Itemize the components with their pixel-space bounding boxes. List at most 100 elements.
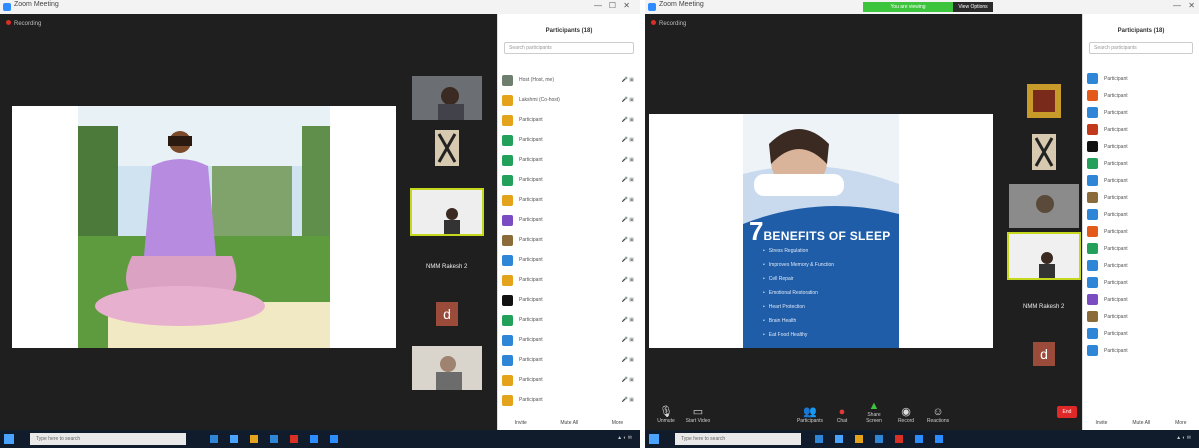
mute-all-button[interactable]: Mute All — [1132, 420, 1150, 426]
windows-start-icon[interactable] — [649, 434, 659, 444]
mic-video-status-icon[interactable]: 🎤 ▣ — [622, 397, 634, 403]
participant-row[interactable]: Participant — [1087, 291, 1193, 308]
participant-row[interactable]: Participant 🎤 ▣ — [502, 110, 634, 130]
edge-icon[interactable] — [230, 435, 238, 443]
mic-video-status-icon[interactable]: 🎤 ▣ — [622, 277, 634, 283]
participant-row[interactable]: Participant — [1087, 189, 1193, 206]
zoom-app-icon[interactable] — [915, 435, 923, 443]
invite-button[interactable]: Invite — [1095, 420, 1107, 426]
video-thumbnail[interactable] — [412, 76, 482, 120]
mute-all-button[interactable]: Mute All — [560, 420, 578, 426]
participant-row[interactable]: Participant 🎤 ▣ — [502, 370, 634, 390]
participant-row[interactable]: Participant — [1087, 308, 1193, 325]
participant-name-tile[interactable]: NMM Rakesh 2 — [412, 244, 482, 288]
windows-start-icon[interactable] — [4, 434, 14, 444]
mic-video-status-icon[interactable]: 🎤 ▣ — [622, 357, 634, 363]
close-icon[interactable]: ✕ — [623, 1, 630, 10]
more-button[interactable]: More — [612, 420, 623, 426]
mic-video-status-icon[interactable]: 🎤 ▣ — [622, 97, 634, 103]
participant-row[interactable]: Lakshmi (Co-host) 🎤 ▣ — [502, 90, 634, 110]
video-button[interactable]: ▭ Start Video — [683, 405, 713, 424]
taskbar-search[interactable]: Type here to search — [30, 433, 186, 445]
store-icon[interactable] — [875, 435, 883, 443]
participant-row[interactable]: Participant 🎤 ▣ — [502, 390, 634, 410]
mic-video-status-icon[interactable]: 🎤 ▣ — [622, 217, 634, 223]
search-input[interactable]: Search participants — [504, 42, 634, 54]
video-thumbnail[interactable]: d — [412, 296, 482, 340]
mic-video-status-icon[interactable]: 🎤 ▣ — [622, 257, 634, 263]
participant-row[interactable]: Participant 🎤 ▣ — [502, 150, 634, 170]
zoom-app-icon[interactable] — [935, 435, 943, 443]
participant-row[interactable]: Participant 🎤 ▣ — [502, 230, 634, 250]
active-speaker-thumbnail[interactable] — [410, 188, 484, 236]
participant-row[interactable]: Participant 🎤 ▣ — [502, 310, 634, 330]
participant-name-tile[interactable]: NMM Rakesh 2 — [1009, 284, 1079, 328]
participant-row[interactable]: Participant — [1087, 274, 1193, 291]
participant-row[interactable]: Participant 🎤 ▣ — [502, 210, 634, 230]
participant-row[interactable]: Participant 🎤 ▣ — [502, 330, 634, 350]
invite-button[interactable]: Invite — [515, 420, 527, 426]
participant-row[interactable]: Participant — [1087, 223, 1193, 240]
participant-row[interactable]: Participant 🎤 ▣ — [502, 270, 634, 290]
participant-row[interactable]: Participant — [1087, 342, 1193, 359]
participant-row[interactable]: Participant — [1087, 172, 1193, 189]
record-button[interactable]: ◉ Record — [891, 405, 921, 424]
participant-row[interactable]: Participant — [1087, 257, 1193, 274]
reactions-button[interactable]: ☺ Reactions — [923, 406, 953, 424]
minimize-icon[interactable]: — — [594, 1, 602, 10]
video-thumbnail[interactable] — [1009, 80, 1079, 124]
mic-video-status-icon[interactable]: 🎤 ▣ — [622, 237, 634, 243]
participant-row[interactable]: Participant 🎤 ▣ — [502, 290, 634, 310]
folder-icon[interactable] — [855, 435, 863, 443]
taskbar-search[interactable]: Type here to search — [675, 433, 801, 445]
view-options-button[interactable]: View Options — [953, 2, 993, 12]
end-meeting-button[interactable]: End — [1057, 406, 1077, 418]
participant-row[interactable]: Participant 🎤 ▣ — [502, 130, 634, 150]
minimize-icon[interactable]: — — [1173, 1, 1181, 10]
share-screen-button[interactable]: ▲ Share Screen — [859, 400, 889, 424]
mic-video-status-icon[interactable]: 🎤 ▣ — [622, 177, 634, 183]
search-input[interactable]: Search participants — [1089, 42, 1193, 54]
video-thumbnail[interactable]: d — [1009, 336, 1079, 380]
participant-row[interactable]: Participant — [1087, 138, 1193, 155]
taskview-icon[interactable] — [210, 435, 218, 443]
mic-video-status-icon[interactable]: 🎤 ▣ — [622, 117, 634, 123]
store-icon[interactable] — [270, 435, 278, 443]
participant-row[interactable]: Participant — [1087, 240, 1193, 257]
participants-button[interactable]: 👥 Participants — [795, 405, 825, 424]
participant-row[interactable]: Participant — [1087, 325, 1193, 342]
mic-video-status-icon[interactable]: 🎤 ▣ — [622, 77, 634, 83]
mic-video-status-icon[interactable]: 🎤 ▣ — [622, 317, 634, 323]
mic-video-status-icon[interactable]: 🎤 ▣ — [622, 297, 634, 303]
participant-row[interactable]: Host (Host, me) 🎤 ▣ — [502, 70, 634, 90]
participant-row[interactable]: Participant — [1087, 121, 1193, 138]
taskview-icon[interactable] — [815, 435, 823, 443]
participant-row[interactable]: Participant 🎤 ▣ — [502, 190, 634, 210]
mic-video-status-icon[interactable]: 🎤 ▣ — [622, 337, 634, 343]
folder-icon[interactable] — [250, 435, 258, 443]
edge-icon[interactable] — [835, 435, 843, 443]
chrome-icon[interactable] — [895, 435, 903, 443]
participant-row[interactable]: Participant — [1087, 206, 1193, 223]
more-button[interactable]: More — [1175, 420, 1186, 426]
mic-video-status-icon[interactable]: 🎤 ▣ — [622, 137, 634, 143]
video-thumbnail[interactable] — [1009, 130, 1079, 174]
participant-row[interactable]: Participant 🎤 ▣ — [502, 250, 634, 270]
zoom-app-icon[interactable] — [310, 435, 318, 443]
participant-row[interactable]: Participant — [1087, 104, 1193, 121]
mic-video-status-icon[interactable]: 🎤 ▣ — [622, 157, 634, 163]
chrome-icon[interactable] — [290, 435, 298, 443]
participant-row[interactable]: Participant — [1087, 155, 1193, 172]
participant-row[interactable]: Participant — [1087, 70, 1193, 87]
video-thumbnail[interactable] — [412, 126, 482, 170]
mic-video-status-icon[interactable]: 🎤 ▣ — [622, 197, 634, 203]
video-thumbnail[interactable] — [412, 346, 482, 390]
chat-button[interactable]: ● Chat — [827, 406, 857, 424]
participant-row[interactable]: Participant — [1087, 87, 1193, 104]
participant-row[interactable]: Participant 🎤 ▣ — [502, 350, 634, 370]
close-icon[interactable]: ✕ — [1188, 1, 1195, 10]
maximize-icon[interactable]: ☐ — [609, 1, 616, 10]
mic-video-status-icon[interactable]: 🎤 ▣ — [622, 377, 634, 383]
mute-button[interactable]: 🎙 Unmute — [651, 405, 681, 424]
zoom-app-icon[interactable] — [330, 435, 338, 443]
